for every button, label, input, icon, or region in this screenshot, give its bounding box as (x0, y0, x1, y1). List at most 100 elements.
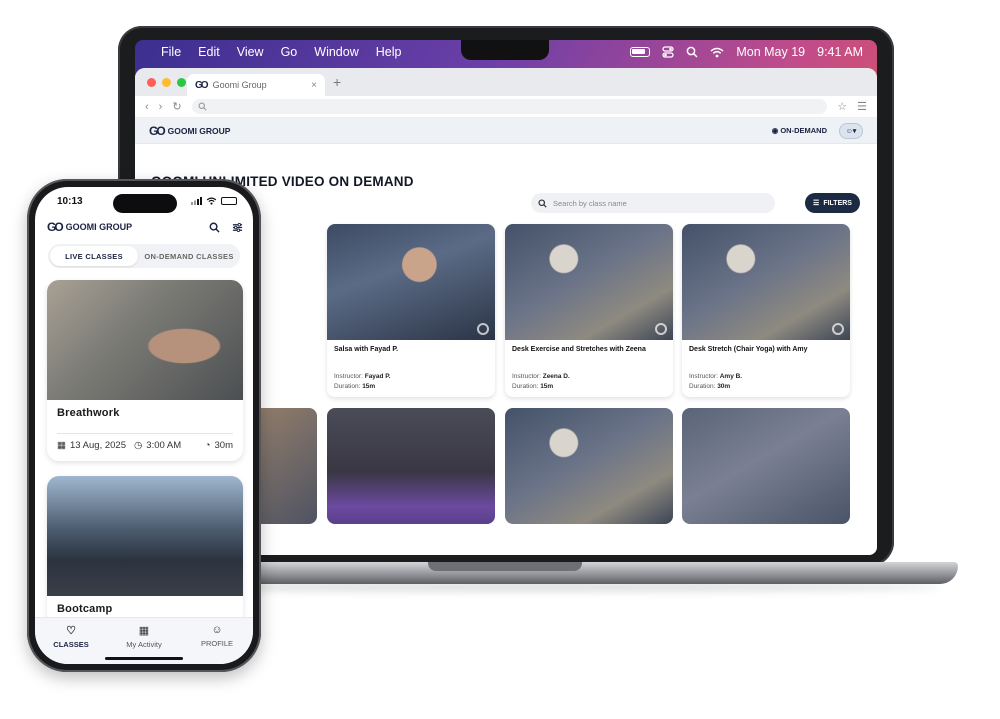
logo-mark-icon: GO (149, 123, 166, 138)
logo-text: GOOMI GROUP (65, 222, 133, 232)
instructor-name: Amy B. (719, 373, 743, 380)
calendar-icon: ▦ (57, 440, 66, 451)
menu-view[interactable]: View (237, 45, 264, 59)
battery-icon[interactable] (630, 47, 651, 57)
duration-value: 30m (717, 383, 731, 390)
browser-toolbar: ‹ › ↻ ☆ ☰ (135, 96, 877, 118)
home-indicator (105, 657, 183, 660)
video-thumbnail (505, 224, 673, 340)
card-title: Salsa with Fayad P. (334, 346, 399, 353)
play-icon (832, 323, 844, 335)
site-header: GO GOOMI GROUP ◉ ON-DEMAND ☺▾ (135, 118, 877, 144)
control-center-icon[interactable] (662, 46, 674, 58)
tab-my-activity[interactable]: ▦ My Activity (108, 624, 180, 649)
instructor-name: Fayad P. (364, 373, 391, 380)
new-tab-button[interactable]: + (333, 74, 341, 90)
play-icon (655, 323, 667, 335)
nav-on-demand[interactable]: ◉ ON-DEMAND (772, 126, 827, 135)
video-thumbnail (682, 224, 850, 340)
account-menu-button[interactable]: ☺▾ (839, 122, 863, 139)
video-thumbnail-row2[interactable] (682, 408, 850, 524)
tab-activity-label: My Activity (126, 640, 162, 649)
zoom-window-button[interactable] (177, 77, 186, 87)
back-icon[interactable]: ‹ (145, 101, 149, 113)
class-date: 13 Aug, 2025 (69, 440, 126, 451)
tab-title: Goomi Group (212, 80, 267, 90)
site-logo[interactable]: GO GOOMI GROUP (149, 124, 230, 138)
profile-icon: ☺ (211, 624, 223, 636)
device-mockup: File Edit View Go Window Help Mon May 19… (0, 0, 1000, 719)
play-icon (477, 323, 489, 335)
classes-icon: ♡ (66, 625, 76, 637)
video-card[interactable]: Salsa with Fayad P. Instructor: Fayad P.… (327, 224, 495, 397)
tab-classes-label: CLASSES (53, 640, 89, 649)
card-title: Desk Exercise and Stretches with Zeena (512, 346, 646, 353)
video-card[interactable]: Desk Exercise and Stretches with Zeena I… (505, 224, 673, 397)
filter-sliders-icon[interactable] (232, 222, 243, 233)
class-image (47, 476, 243, 596)
search-placeholder: Search by class name (553, 198, 627, 208)
class-duration: 30m (214, 440, 233, 451)
phone-screen: 10:13 GO GOOMI GROUP LIVE CLASSES ON-DEM… (35, 187, 253, 664)
instructor-name: Zeena D. (542, 373, 570, 380)
search-icon (538, 198, 547, 208)
search-icon[interactable] (686, 46, 698, 58)
address-search-icon (198, 102, 207, 111)
menu-window[interactable]: Window (314, 45, 358, 59)
close-window-button[interactable] (147, 77, 156, 87)
clock-icon: ◷ (133, 440, 143, 451)
browser-menu-icon[interactable]: ☰ (857, 100, 867, 113)
menu-help[interactable]: Help (376, 45, 402, 59)
class-title: Bootcamp (57, 603, 113, 615)
tab-strip: GO Goomi Group × + (135, 68, 877, 96)
duration-value: 15m (362, 383, 376, 390)
video-thumbnail-row2[interactable] (327, 408, 495, 524)
browser-tab[interactable]: GO Goomi Group × (187, 74, 325, 96)
video-card[interactable]: Desk Stretch (Chair Yoga) with Amy Instr… (682, 224, 850, 397)
mac-menubar: File Edit View Go Window Help Mon May 19… (135, 40, 877, 64)
tab-close-icon[interactable]: × (311, 80, 317, 91)
menu-go[interactable]: Go (281, 45, 298, 59)
address-bar[interactable] (191, 99, 828, 114)
class-card[interactable]: Breathwork ▦ 13 Aug, 2025 ◷ 3:00 AM ◔ 30… (47, 280, 243, 461)
class-card[interactable]: Bootcamp (47, 476, 243, 626)
bookmark-star-icon[interactable]: ☆ (837, 100, 847, 113)
menu-file[interactable]: File (161, 45, 181, 59)
class-title: Breathwork (57, 407, 120, 419)
filters-label: FILTERS (823, 199, 852, 207)
forward-icon[interactable]: › (159, 101, 163, 113)
menu-edit[interactable]: Edit (198, 45, 220, 59)
menubar-date[interactable]: Mon May 19 (736, 45, 805, 59)
minimize-window-button[interactable] (162, 77, 171, 87)
tab-profile[interactable]: ☺ PROFILE (181, 624, 253, 648)
duration-label: Duration: (334, 383, 361, 390)
cellular-icon (191, 197, 202, 205)
filters-icon: ☰ (813, 200, 820, 207)
activity-calendar-icon: ▦ (138, 625, 150, 637)
phone-time: 10:13 (57, 196, 83, 207)
phone-app-header: GO GOOMI GROUP (47, 218, 243, 236)
phone-logo[interactable]: GO GOOMI GROUP (47, 220, 132, 234)
filters-button[interactable]: ☰ FILTERS (805, 193, 860, 213)
logo-text: GOOMI GROUP (167, 125, 231, 136)
wifi-icon[interactable] (710, 47, 724, 58)
video-thumbnail-row2[interactable] (505, 408, 673, 524)
search-icon[interactable] (209, 222, 220, 233)
menubar-time[interactable]: 9:41 AM (817, 45, 863, 59)
tab-live-classes[interactable]: LIVE CLASSES (50, 246, 138, 266)
video-thumbnail (327, 224, 495, 340)
reload-icon[interactable]: ↻ (172, 100, 181, 113)
favicon-logo-icon: GO (195, 79, 208, 91)
tab-classes[interactable]: ♡ CLASSES (35, 624, 107, 649)
tab-profile-label: PROFILE (200, 639, 234, 648)
card-title: Desk Stretch (Chair Yoga) with Amy (689, 346, 808, 353)
duration-value: 15m (540, 383, 554, 390)
class-time: 3:00 AM (146, 440, 182, 451)
wifi-icon (206, 197, 217, 205)
on-demand-icon: ◉ (771, 126, 779, 135)
tab-on-demand-classes[interactable]: ON-DEMAND CLASSES (138, 252, 240, 261)
duration-label: Duration: (689, 383, 716, 390)
class-search-input[interactable]: Search by class name (531, 193, 775, 213)
phone-status-bar: 10:13 (35, 194, 253, 210)
duration-label: Duration: (512, 383, 539, 390)
